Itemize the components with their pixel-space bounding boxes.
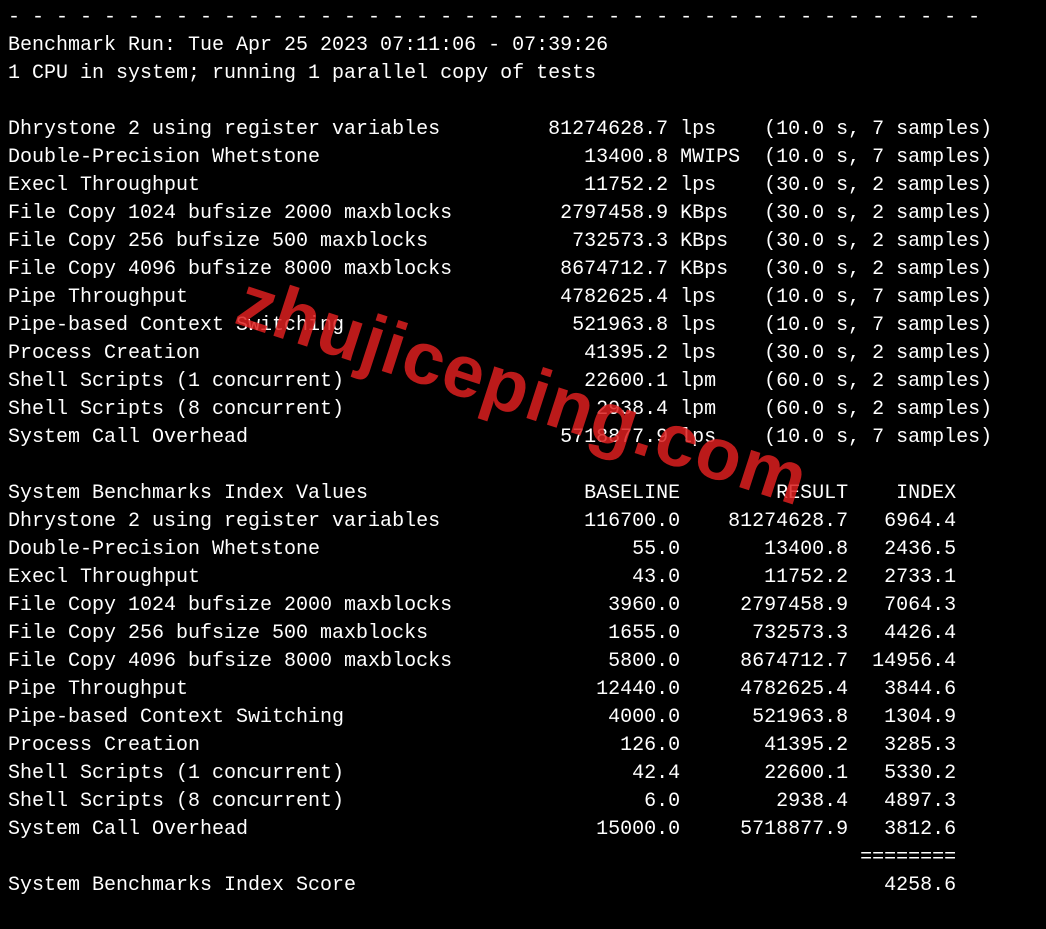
terminal-output: - - - - - - - - - - - - - - - - - - - - … — [0, 0, 1046, 908]
